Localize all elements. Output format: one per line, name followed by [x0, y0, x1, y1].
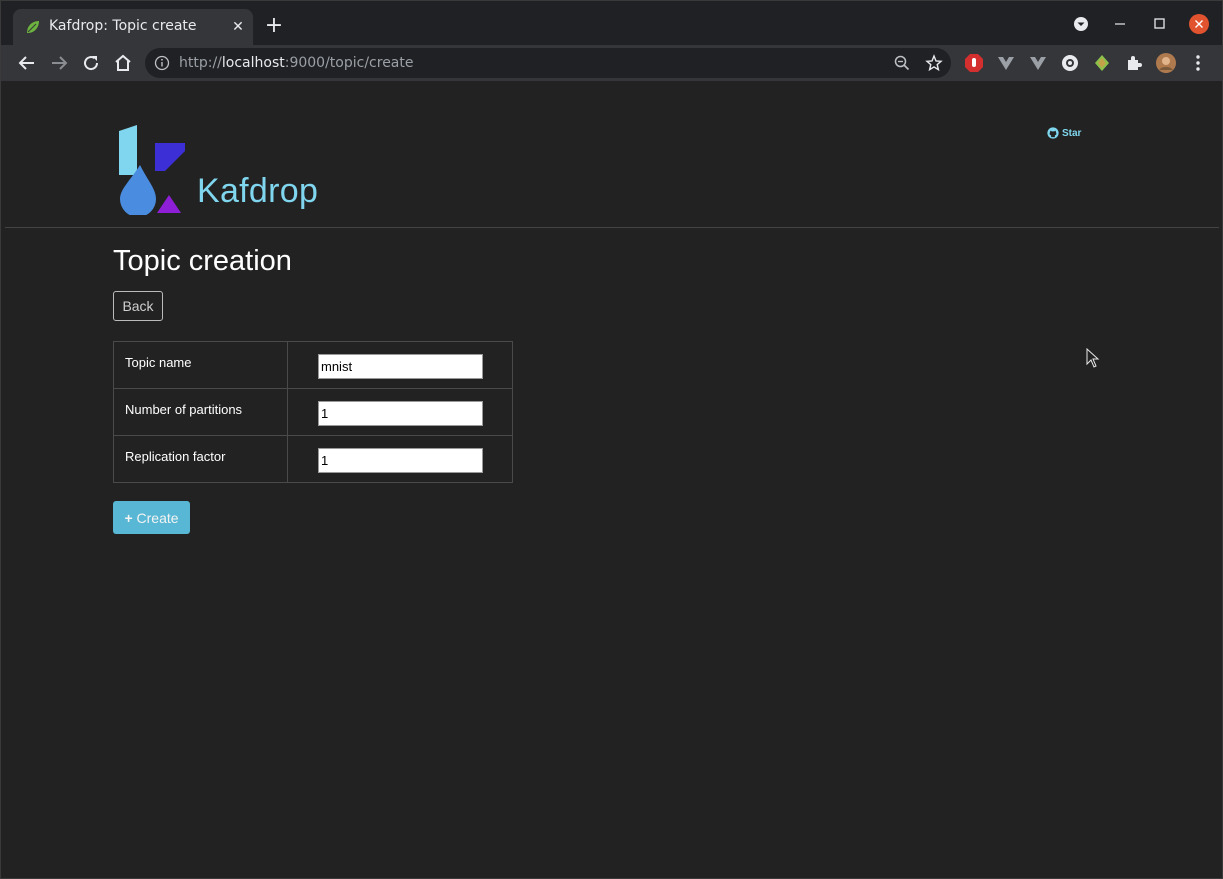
adblock-hand-icon[interactable]	[964, 53, 984, 73]
url-text[interactable]: http://localhost:9000/topic/create	[179, 55, 413, 71]
forward-arrow-icon[interactable]	[47, 51, 71, 75]
back-button[interactable]: Back	[113, 291, 163, 321]
site-info-icon[interactable]	[154, 55, 170, 71]
address-bar[interactable]: http://localhost:9000/topic/create	[145, 48, 951, 78]
url-scheme: http://	[179, 55, 222, 71]
vue-devtools-alt-icon[interactable]	[1028, 53, 1048, 73]
create-button[interactable]: + Create	[113, 501, 190, 534]
close-window-icon[interactable]	[1189, 14, 1209, 34]
tab-close-icon[interactable]: ✕	[229, 18, 247, 36]
topic-name-label: Topic name	[113, 341, 288, 389]
home-icon[interactable]	[111, 51, 135, 75]
reload-icon[interactable]	[79, 51, 103, 75]
bookmark-star-icon[interactable]	[925, 54, 943, 72]
tab-title: Kafdrop: Topic create	[49, 18, 197, 34]
page-content: Kafdrop Star Topic creation Back Topic n…	[1, 81, 1222, 878]
star-label: Star	[1062, 127, 1082, 139]
partitions-label: Number of partitions	[113, 388, 288, 436]
partitions-cell	[287, 388, 513, 436]
browser-toolbar: http://localhost:9000/topic/create	[1, 45, 1222, 81]
url-path: :9000/topic/create	[284, 55, 414, 71]
plus-icon: +	[124, 509, 133, 526]
browser-window: Kafdrop: Topic create ✕ + http://localho…	[0, 0, 1223, 879]
brand-name[interactable]: Kafdrop	[197, 172, 318, 211]
topic-name-input[interactable]	[318, 354, 483, 379]
page-title: Topic creation	[113, 245, 292, 277]
form-row-replication: Replication factor	[113, 435, 513, 483]
create-label: Create	[136, 509, 179, 526]
zoom-icon[interactable]	[893, 54, 911, 72]
globe-extension-icon[interactable]	[1060, 53, 1080, 73]
leaf-extension-icon[interactable]	[1092, 53, 1112, 73]
vue-devtools-icon[interactable]	[996, 53, 1016, 73]
new-tab-button[interactable]: +	[263, 15, 285, 38]
topic-form-table: Topic name Number of partitions Replicat…	[113, 341, 513, 483]
github-icon	[1047, 127, 1059, 139]
mouse-cursor-icon	[1086, 348, 1100, 368]
form-row-partitions: Number of partitions	[113, 388, 513, 436]
tab-strip: Kafdrop: Topic create ✕ +	[1, 1, 1222, 45]
replication-cell	[287, 435, 513, 483]
minimize-icon[interactable]	[1110, 14, 1130, 34]
kafdrop-logo[interactable]	[115, 125, 185, 215]
browser-menu-icon[interactable]	[1188, 53, 1208, 73]
header-divider	[5, 227, 1219, 228]
topic-name-cell	[287, 341, 513, 389]
form-row-topic-name: Topic name	[113, 341, 513, 389]
tab-search-icon[interactable]	[1071, 14, 1091, 34]
github-star-button[interactable]: Star	[1047, 127, 1081, 139]
browser-tab-active[interactable]: Kafdrop: Topic create ✕	[13, 9, 253, 45]
back-arrow-icon[interactable]	[15, 51, 39, 75]
profile-avatar-icon[interactable]	[1156, 53, 1176, 73]
spring-leaf-icon	[27, 21, 39, 33]
replication-label: Replication factor	[113, 435, 288, 483]
url-host: localhost	[221, 55, 285, 71]
replication-input[interactable]	[318, 448, 483, 473]
puzzle-extensions-icon[interactable]	[1124, 53, 1144, 73]
partitions-input[interactable]	[318, 401, 483, 426]
maximize-icon[interactable]	[1150, 14, 1170, 34]
